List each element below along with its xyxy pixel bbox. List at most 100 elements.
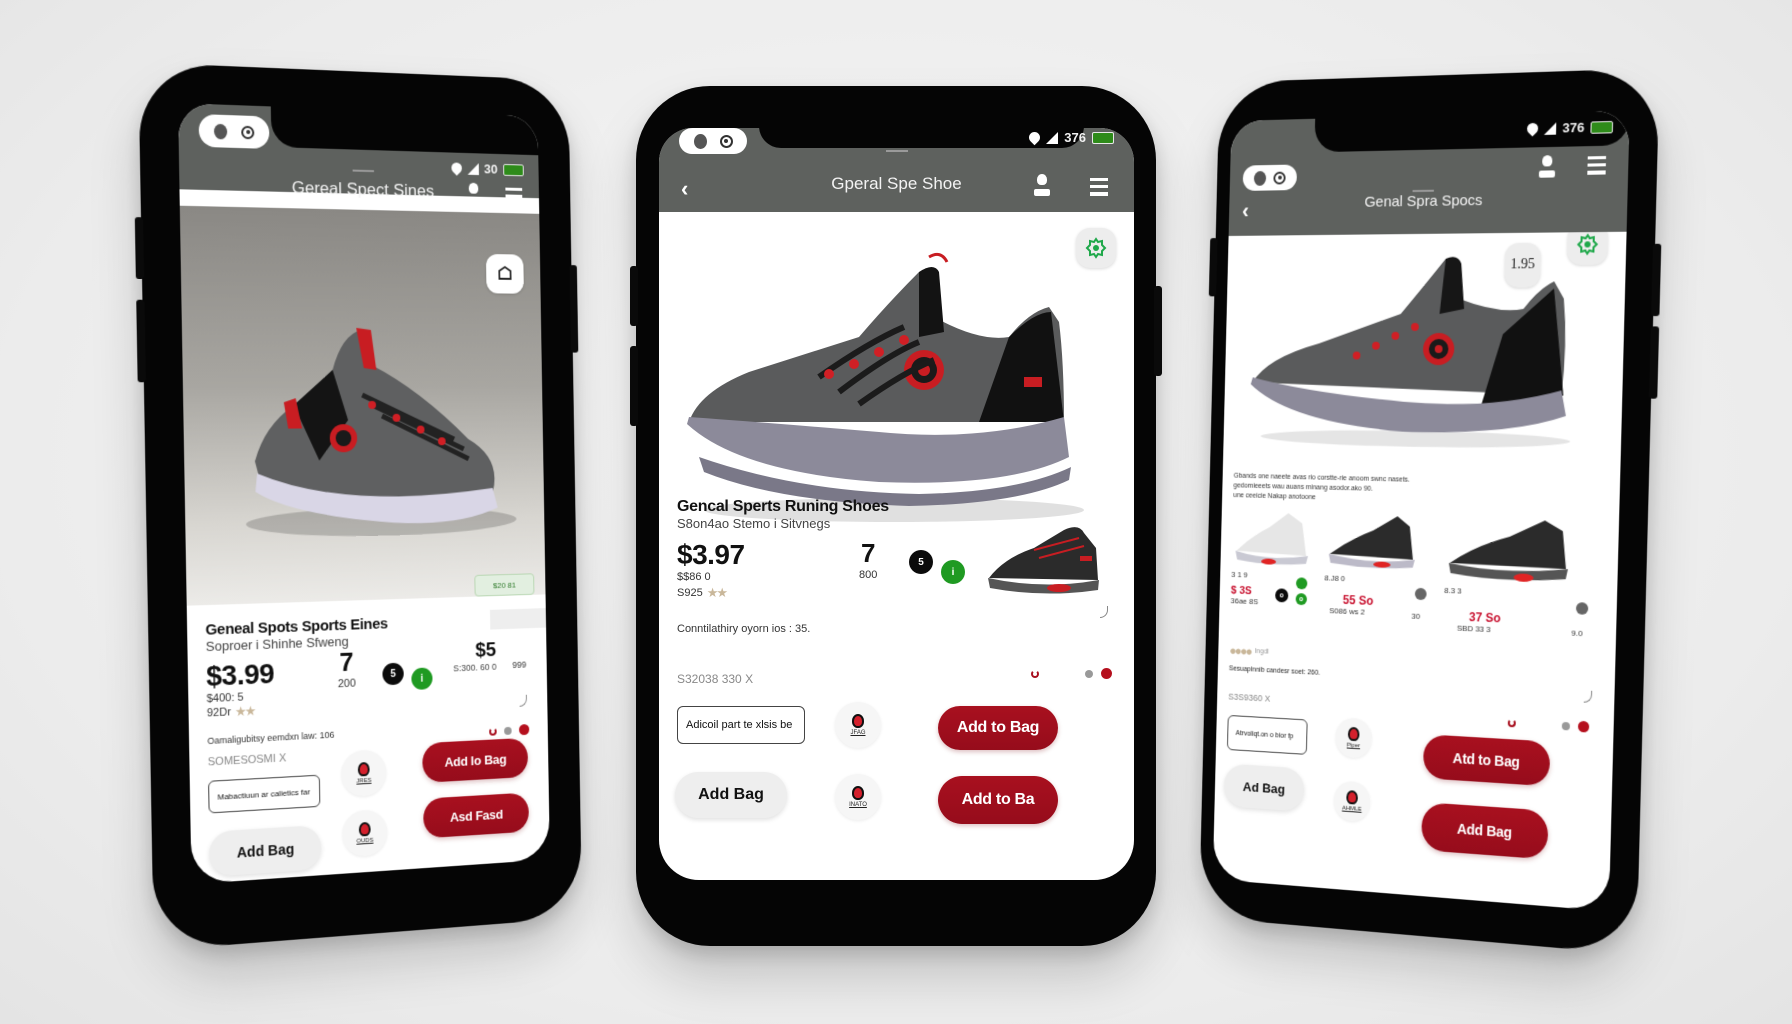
camera-pill [1242, 164, 1298, 191]
camera-pill [679, 128, 747, 154]
variant-card[interactable]: 8.J8 0 55 So S086 ws 2 [1323, 509, 1441, 619]
brand-logo: INATO [835, 774, 881, 820]
volume-button [630, 346, 638, 426]
carousel-pager[interactable] [1031, 668, 1112, 679]
swipe-indicator [1100, 606, 1108, 618]
brand-logo: OUDS [342, 808, 388, 858]
brand-mark-icon [852, 714, 864, 728]
brand-mark-icon [357, 761, 370, 777]
page-title: Gperal Spe Shoe [831, 174, 962, 193]
add-to-bag-button[interactable]: Atd to Bag [1422, 734, 1551, 787]
variant-thumbnail [1328, 514, 1415, 570]
add-to-bag-secondary-button[interactable]: Asd Fasd [423, 792, 530, 839]
carousel-pager[interactable] [489, 723, 530, 737]
brand-mark-icon [358, 821, 371, 837]
add-bag-button[interactable]: Add Bag [675, 772, 787, 818]
variant-thumbnail [1235, 511, 1309, 566]
pager-dot-active[interactable] [518, 723, 530, 736]
variants-section: Gbands one naeete avas rio corstte-rie a… [1218, 471, 1620, 692]
grab-handle [885, 150, 908, 152]
status-time: 30 [483, 161, 498, 177]
add-bag-button[interactable]: Ad Bag [1223, 763, 1305, 812]
pager-dot-active[interactable] [1577, 720, 1590, 733]
carousel-pager[interactable] [1507, 717, 1590, 733]
pager-dot[interactable] [1561, 721, 1571, 730]
brand-logo: JRES [341, 749, 387, 798]
description: Conntilathiry oyorn ios : 35. [677, 623, 811, 635]
alt-price-block: $5 S:300. 60 0 [439, 639, 497, 674]
variant-code: 8.3 3 [1444, 585, 1462, 596]
status-bar: 30 [448, 160, 524, 177]
user-icon[interactable] [1034, 174, 1050, 196]
quantity-value: 7 [339, 646, 354, 678]
pager-dot[interactable] [1031, 669, 1039, 678]
signal-icon [1544, 121, 1557, 135]
rating-text: 92Dr [206, 706, 232, 720]
volume-button [630, 266, 638, 326]
add-bag-button[interactable]: Add Bag [208, 824, 322, 877]
quantity-sub: 200 [337, 677, 356, 691]
menu-icon[interactable] [1587, 156, 1607, 175]
house-outline-icon[interactable] [485, 253, 524, 294]
variant-list: 3 1 9 $ 3S 36ae 8S o o 8.J8 0 55 So S086… [1230, 507, 1607, 661]
power-button [569, 265, 579, 353]
variant-dot[interactable] [1575, 602, 1589, 615]
size-badge[interactable]: 5 [909, 550, 933, 574]
pager-dot[interactable] [1507, 718, 1516, 727]
add-to-bag-button[interactable]: Add to Bag [938, 706, 1058, 750]
menu-icon[interactable] [505, 187, 523, 206]
user-icon[interactable] [466, 183, 481, 205]
brand-mark-icon [1347, 726, 1360, 742]
status-bar: 376 [1027, 129, 1114, 146]
brand-logo: JFAG [835, 702, 881, 748]
menu-icon[interactable] [1090, 178, 1108, 196]
pager-dot[interactable] [489, 727, 497, 736]
rating-text: S925 [677, 587, 703, 599]
mockup-stage: 30 ‹ Gereal Spect Sines [0, 0, 1792, 1024]
intro-text: Gbands one naeete avas rio corstte-rie a… [1233, 472, 1608, 511]
alt-price: $5 [475, 639, 497, 662]
pager-dot[interactable] [504, 726, 512, 735]
camera-lens-icon [213, 123, 228, 140]
variant-thumbnail[interactable] [984, 518, 1104, 598]
screen: 30 ‹ Gereal Spect Sines [177, 103, 550, 885]
promo-code[interactable]: S3S9360 X [1228, 692, 1270, 704]
camera-lens-icon [693, 133, 707, 149]
pager-dot-active[interactable] [1101, 668, 1112, 679]
screen: 376 ‹ Gperal Spe Shoe Gencal Sperts Runi… [659, 128, 1134, 880]
camera-pill [198, 114, 270, 149]
brand-label: JRES [356, 777, 372, 785]
note-input[interactable]: Atrvoliqt.on o bior fp [1226, 714, 1308, 755]
pager-dot[interactable] [1085, 669, 1093, 678]
brand-label: AHMLE [1341, 805, 1362, 813]
product-image [687, 252, 1084, 522]
user-icon[interactable] [1539, 155, 1556, 178]
brand-label: JFAG [850, 730, 866, 736]
wifi-icon [1525, 120, 1541, 137]
wifi-icon [448, 160, 464, 176]
note-input[interactable]: Adicoil part te xlsis be [677, 706, 805, 744]
variant-card[interactable]: 8.3 3 37 So SBD 33 3 [1443, 513, 1585, 638]
grab-handle [352, 169, 374, 173]
phone-center: 376 ‹ Gperal Spe Shoe Gencal Sperts Runi… [630, 86, 1162, 946]
product-image [245, 327, 517, 539]
sensor-icon [241, 125, 255, 139]
promo-code[interactable]: S32038 330 X [677, 672, 753, 686]
signal-icon [467, 162, 479, 175]
battery-icon [1092, 131, 1114, 144]
add-to-bag-secondary-button[interactable]: Add to Ba [938, 776, 1058, 824]
power-button [1648, 326, 1660, 399]
promo-code[interactable]: SOMESOSMI X [208, 752, 287, 768]
info-badge[interactable]: i [941, 560, 965, 584]
alt-price-right: 999 [512, 659, 527, 670]
star-icon: ★★ [234, 703, 255, 720]
note-input[interactable]: Mabactiuun ar calietics far [208, 774, 321, 814]
add-to-bag-secondary-button[interactable]: Add Bag [1421, 802, 1549, 860]
product-hero: $20 81 [179, 205, 546, 606]
brand-label: INATO [849, 802, 867, 808]
add-to-bag-button[interactable]: Add lo Bag [422, 737, 529, 783]
volume-button [1208, 238, 1218, 297]
price-chip: $20 81 [474, 573, 535, 597]
quantity-block: 7 800 [859, 538, 877, 581]
star-icon: ●●●● [1229, 642, 1252, 659]
